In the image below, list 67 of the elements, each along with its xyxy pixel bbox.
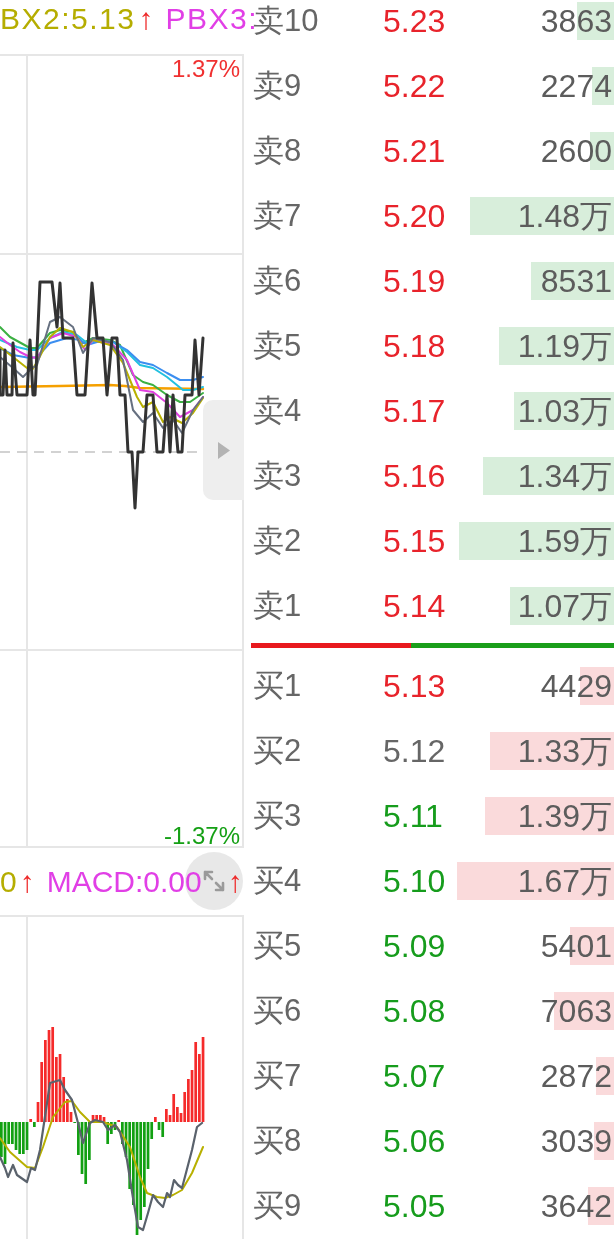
price-text: 5.12 [383, 731, 447, 770]
volume-text: 4429 [540, 666, 613, 705]
volume-text: 3642 [540, 1186, 613, 1225]
price-text: 5.13 [383, 666, 447, 705]
volume-text: 5401 [540, 926, 613, 965]
trend-arrow: ↑ [227, 863, 243, 900]
expand-icon [203, 870, 225, 892]
volume-text: 2600 [540, 131, 613, 170]
indicator-label: MACD:0.00 [46, 863, 202, 900]
panel-handle[interactable] [203, 400, 244, 500]
volume-text: 8531 [540, 261, 613, 300]
trend-arrow: ↑ [19, 863, 35, 900]
price-text: 5.17 [383, 391, 447, 430]
order-level-label: 卖1 [253, 586, 303, 625]
caret-icon [217, 441, 230, 459]
indicator-label: BX2:5.13 [0, 1, 136, 37]
price-text: 5.09 [383, 926, 447, 965]
volume-text: 1.67万 [517, 861, 613, 900]
order-level-label: 卖9 [253, 66, 303, 105]
price-text: 5.10 [383, 861, 447, 900]
price-text: 5.23 [383, 1, 447, 40]
order-level-label: 买3 [253, 796, 303, 835]
price-text: 5.19 [383, 261, 447, 300]
order-level-label: 卖8 [253, 131, 303, 170]
volume-text: 2274 [540, 66, 613, 105]
volume-text: 2872 [540, 1056, 613, 1095]
order-level-label: 卖2 [253, 521, 303, 560]
price-text: 5.22 [383, 66, 447, 105]
price-text: 5.20 [383, 196, 447, 235]
volume-text: 1.33万 [517, 731, 613, 770]
trend-arrow: ↑ [138, 1, 154, 37]
volume-text: 1.19万 [517, 326, 613, 365]
order-level-label: 卖5 [253, 326, 303, 365]
order-level-label: 卖7 [253, 196, 303, 235]
price-text: 5.16 [383, 456, 447, 495]
price-text: 5.08 [383, 991, 447, 1030]
volume-text: 3863 [540, 1, 613, 40]
indicator-label: 0 [0, 863, 17, 900]
volume-text: 3039 [540, 1121, 613, 1160]
order-level-label: 卖6 [253, 261, 303, 300]
price-text: 5.14 [383, 586, 447, 625]
volume-text: 1.39万 [517, 796, 613, 835]
price-text: 5.05 [383, 1186, 447, 1225]
order-level-label: 买8 [253, 1121, 303, 1160]
price-text: 5.15 [383, 521, 447, 560]
price-text: 5.21 [383, 131, 447, 170]
percent-label: 1.37% [171, 56, 240, 82]
order-level-label: 买1 [253, 666, 303, 705]
order-level-label: 买6 [253, 991, 303, 1030]
volume-text: 1.07万 [517, 586, 613, 625]
order-level-label: 卖3 [253, 456, 303, 495]
price-text: 5.11 [383, 796, 444, 835]
percent-label: -1.37% [163, 823, 240, 849]
order-level-label: 买5 [253, 926, 303, 965]
order-level-label: 卖4 [253, 391, 303, 430]
volume-text: 1.03万 [517, 391, 613, 430]
order-level-label: 买9 [253, 1186, 303, 1225]
volume-text: 1.48万 [517, 196, 613, 235]
price-text: 5.06 [383, 1121, 447, 1160]
order-level-label: 买7 [253, 1056, 303, 1095]
order-level-label: 买2 [253, 731, 303, 770]
price-text: 5.07 [383, 1056, 447, 1095]
volume-text: 1.59万 [517, 521, 613, 560]
volume-text: 1.34万 [517, 456, 613, 495]
volume-text: 7063 [540, 991, 613, 1030]
order-level-label: 买4 [253, 861, 303, 900]
price-text: 5.18 [383, 326, 447, 365]
